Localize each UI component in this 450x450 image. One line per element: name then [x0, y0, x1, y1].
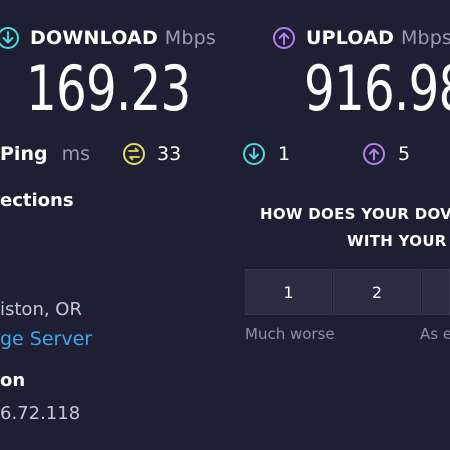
upload-header: UPLOAD Mbps [306, 27, 450, 49]
upload-unit: Mbps [400, 27, 450, 49]
upload-label: UPLOAD [306, 27, 395, 49]
download-unit: Mbps [164, 27, 216, 49]
ping-label-group: Ping ms [0, 143, 90, 165]
ping-idle-icon [123, 143, 145, 165]
download-speed-value: 169.23 [26, 52, 191, 125]
ip-address: 6.72.118 [0, 403, 81, 424]
connections-title: ections [0, 190, 74, 211]
ping-upload-icon [363, 143, 385, 165]
upload-arrow-icon [273, 27, 295, 49]
survey-question-line1: HOW DOES YOUR DOV [260, 205, 450, 223]
upload-speed-value: 916.98 [304, 52, 450, 125]
ping-label: Ping [0, 143, 48, 165]
ping-download-icon [243, 143, 265, 165]
provider-title: on [0, 370, 26, 391]
ping-download-value: 1 [278, 143, 291, 165]
speedtest-result-page: DOWNLOAD Mbps 169.23 UPLOAD Mbps 916.98 … [0, 0, 450, 450]
change-server-link[interactable]: ge Server [0, 328, 92, 350]
download-label: DOWNLOAD [30, 27, 158, 49]
server-location: iston, OR [0, 299, 82, 320]
ping-upload-value: 5 [398, 143, 411, 165]
survey-question-line2: WITH YOUR [347, 232, 447, 250]
download-header: DOWNLOAD Mbps [30, 27, 216, 49]
rating-option-3[interactable] [422, 269, 450, 315]
rating-caption-as-expected: As e [420, 325, 450, 343]
rating-option-1[interactable]: 1 [245, 269, 332, 315]
ping-idle-value: 33 [157, 143, 182, 165]
rating-caption-much-worse: Much worse [245, 325, 335, 343]
rating-option-2[interactable]: 2 [333, 269, 421, 315]
ping-unit: ms [61, 143, 91, 165]
download-arrow-icon [0, 27, 19, 49]
